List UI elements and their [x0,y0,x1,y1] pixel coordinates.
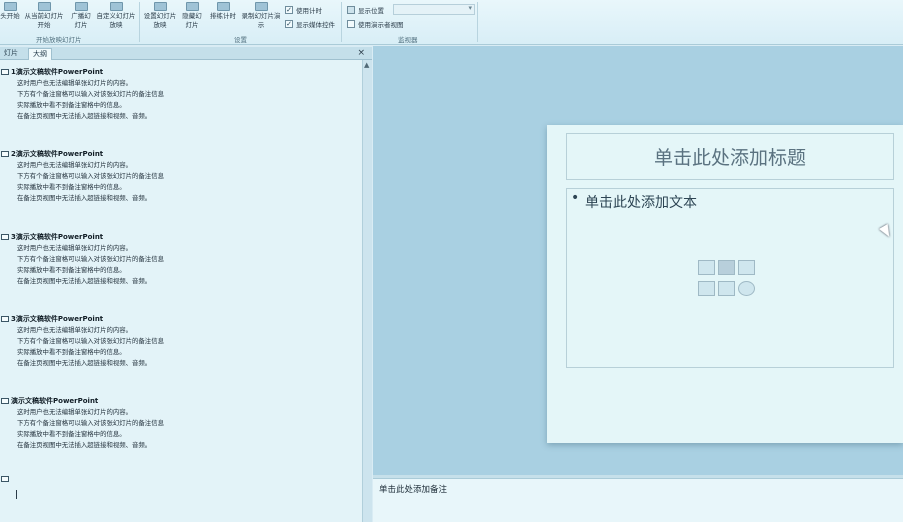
outline-scrollbar[interactable]: ▲ [362,60,372,522]
outline-line[interactable]: 下方有个备注窗格可以输入对该张幻灯片的备注信息 [17,418,164,428]
slide-icon [1,151,9,157]
use-timing-checkbox[interactable]: ✓ 使用计时 [285,5,322,15]
tab-outline[interactable]: 大纲 [28,48,52,60]
outline-line[interactable]: 下方有个备注窗格可以输入对该张幻灯片的备注信息 [17,171,164,181]
rehearse-timings-button[interactable]: 排练计时 [207,2,239,21]
checkbox-unchecked-icon [347,20,355,28]
outline-line[interactable]: 下方有个备注窗格可以输入对该张幻灯片的备注信息 [17,89,164,99]
outline-slide-title[interactable]: 3演示文稿软件PowerPoint [11,232,103,242]
broadcast-icon [74,2,88,11]
outline-line[interactable]: 下方有个备注窗格可以输入对该张幻灯片的备注信息 [17,254,164,264]
slide-editor-area: 单击此处添加标题 • 单击此处添加文本 [373,46,903,475]
hide-slide-button[interactable]: 隐藏幻灯片 [180,2,204,30]
group-separator [341,2,342,42]
broadcast-slideshow-button[interactable]: 广播幻灯片 [70,2,92,30]
record-slideshow-button[interactable]: 录制幻灯片演示 [241,2,281,30]
from-current-slide-button[interactable]: 从当前幻灯片开始 [22,2,66,30]
slideshow-current-icon [37,2,51,11]
display-location-dropdown[interactable] [393,4,475,15]
outline-line[interactable]: 在备注页视图中无法插入超链接和视频、音频。 [17,111,151,121]
show-media-controls-checkbox[interactable]: ✓ 显示媒体控件 [285,19,335,29]
outline-line[interactable]: 在备注页视图中无法插入超链接和视频、音频。 [17,193,151,203]
slide-icon [1,398,9,404]
content-placeholder[interactable]: • 单击此处添加文本 [566,188,894,368]
outline-line[interactable]: 实际播放中看不到备注窗格中的信息。 [17,429,126,439]
title-placeholder[interactable]: 单击此处添加标题 [566,133,894,180]
slide-icon [1,234,9,240]
insert-clipart-icon[interactable] [718,281,735,296]
record-icon [254,2,268,11]
outline-line[interactable]: 实际播放中看不到备注窗格中的信息。 [17,182,126,192]
monitor-icon [347,6,355,14]
group-label-start: 开始放映幻灯片 [36,36,82,44]
notes-pane[interactable]: 单击此处添加备注 [373,478,903,522]
outline-line[interactable]: 在备注页视图中无法插入超链接和视频、音频。 [17,276,151,286]
text-cursor [16,490,17,499]
outline-line[interactable]: 这时用户也无法编辑单张幻灯片的内容。 [17,78,132,88]
outline-line[interactable]: 实际播放中看不到备注窗格中的信息。 [17,347,126,357]
setup-slideshow-button[interactable]: 设置幻灯片放映 [142,2,178,30]
presenter-view-checkbox[interactable]: 使用演示者视图 [347,19,404,29]
setup-icon [153,2,167,11]
outline-pane-tabs: 灯片 大纲 × [0,47,372,60]
insert-chart-icon[interactable] [718,260,735,275]
outline-line[interactable]: 这时用户也无法编辑单张幻灯片的内容。 [17,325,132,335]
slide-canvas[interactable]: 单击此处添加标题 • 单击此处添加文本 [547,125,903,443]
insert-smartart-icon[interactable] [738,260,755,275]
notes-placeholder: 单击此处添加备注 [379,485,448,495]
outline-line[interactable]: 这时用户也无法编辑单张幻灯片的内容。 [17,160,132,170]
slide-icon [1,316,9,322]
outline-line[interactable]: 实际播放中看不到备注窗格中的信息。 [17,265,126,275]
outline-slide-title[interactable]: 3演示文稿软件PowerPoint [11,314,103,324]
insert-table-icon[interactable] [698,260,715,275]
outline-line[interactable]: 下方有个备注窗格可以输入对该张幻灯片的备注信息 [17,336,164,346]
outline-line[interactable]: 这时用户也无法编辑单张幻灯片的内容。 [17,243,132,253]
tab-slides[interactable]: 灯片 [0,48,22,59]
timer-icon [216,2,230,11]
slideshow-icon [3,2,17,11]
display-location-label: 显示位置 [347,5,384,15]
outline-line[interactable]: 在备注页视图中无法插入超链接和视频、音频。 [17,440,151,450]
checkbox-checked-icon: ✓ [285,6,293,14]
outline-line[interactable]: 这时用户也无法编辑单张幻灯片的内容。 [17,407,132,417]
outline-slide-title[interactable]: 2演示文稿软件PowerPoint [11,149,103,159]
group-label-monitors: 监视器 [398,36,418,44]
from-beginning-button[interactable]: 头开始 [0,2,22,21]
insert-media-icon[interactable] [738,281,755,296]
slide-icon [1,476,9,482]
checkbox-checked-icon: ✓ [285,20,293,28]
scroll-up-arrow-icon[interactable]: ▲ [364,61,369,69]
close-icon[interactable]: × [357,47,365,59]
insert-picture-icon[interactable] [698,281,715,296]
outline-pane[interactable]: 1演示文稿软件PowerPoint 这时用户也无法编辑单张幻灯片的内容。 下方有… [0,60,362,522]
group-label-setup: 设置 [234,36,247,44]
bullet-icon: • [571,190,580,206]
outline-slide-title[interactable]: 演示文稿软件PowerPoint [11,396,98,406]
group-separator [477,2,478,42]
outline-line[interactable]: 实际播放中看不到备注窗格中的信息。 [17,100,126,110]
custom-show-icon [109,2,123,11]
outline-line[interactable]: 在备注页视图中无法插入超链接和视频、音频。 [17,358,151,368]
slide-icon [1,69,9,75]
ribbon: 头开始 从当前幻灯片开始 广播幻灯片 自定义幻灯片放映 开始放映幻灯片 设置幻灯… [0,0,903,45]
content-insert-icons [698,260,760,300]
custom-slideshow-button[interactable]: 自定义幻灯片放映 [95,2,137,30]
hide-slide-icon [185,2,199,11]
group-separator [139,2,140,42]
outline-slide-title[interactable]: 1演示文稿软件PowerPoint [11,67,103,77]
